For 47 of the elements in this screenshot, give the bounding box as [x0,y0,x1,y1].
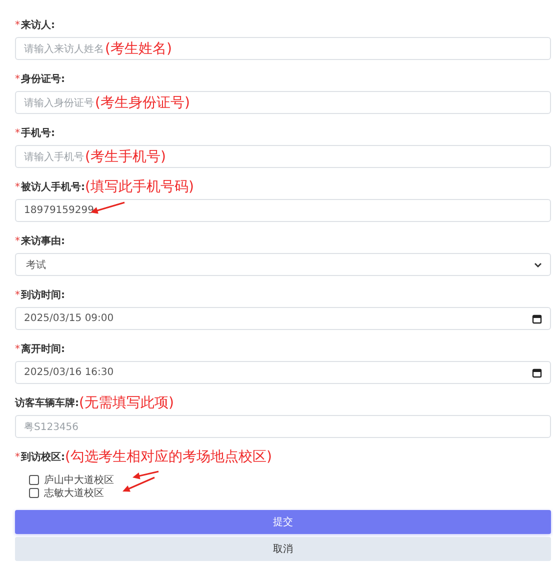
datetime-field[interactable]: 2025/03/15 09:00 [15,307,551,330]
input-field[interactable]: 18979159299 [15,199,551,222]
field-label: 到访校区: [21,450,65,464]
field-label: 被访人手机号: [21,180,85,194]
calendar-icon[interactable] [532,314,542,324]
submit-button[interactable]: 提交 [15,510,551,534]
checkbox[interactable] [29,474,39,484]
chevron-down-icon [534,262,542,268]
placeholder-text: 请输入手机号 [24,150,84,164]
placeholder-text: 请输入来访人姓名 [24,42,104,56]
field-label: 到访时间: [21,288,65,302]
field-value: 考试 [26,258,46,272]
annotation-text: (勾选考生相对应的考场地点校区) [65,449,272,465]
checkbox[interactable] [29,488,39,498]
field-label: 手机号: [21,126,55,140]
required-mark: * [15,452,20,462]
field-label: 访客车辆车牌: [15,396,79,410]
field-value: 2025/03/16 16:30 [24,367,114,378]
checkbox-label[interactable]: 志敏大道校区 [44,486,104,500]
select-field[interactable]: 考试 [15,253,551,276]
placeholder-text: 粤S123456 [24,420,79,434]
required-mark: * [15,128,20,138]
field-label: 身份证号: [21,72,65,86]
cancel-button[interactable]: 取消 [15,537,551,561]
input-field[interactable]: 请输入手机号(考生手机号) [15,145,551,168]
field-value: 18979159299 [24,205,94,216]
annotation-text: (考生姓名) [105,40,172,56]
calendar-icon[interactable] [532,368,542,378]
annotation-text: (考生身份证号) [95,94,190,110]
required-mark: * [15,182,20,192]
input-field[interactable]: 请输入来访人姓名(考生姓名) [15,37,551,60]
input-field[interactable]: 请输入身份证号(考生身份证号) [15,91,551,114]
placeholder-text: 请输入身份证号 [24,96,94,110]
required-mark: * [15,344,20,354]
field-label: 来访事由: [21,234,65,248]
datetime-field[interactable]: 2025/03/16 16:30 [15,361,551,384]
field-label: 来访人: [21,18,55,32]
required-mark: * [15,236,20,246]
annotation-text: (考生手机号) [85,148,166,164]
required-mark: * [15,20,20,30]
required-mark: * [15,74,20,84]
field-value: 2025/03/15 09:00 [24,313,114,324]
field-label: 离开时间: [21,342,65,356]
annotation-text: (无需填写此项) [79,395,174,411]
required-mark: * [15,290,20,300]
annotation-text: (填写此手机号码) [85,179,194,195]
checkbox-label[interactable]: 庐山中大道校区 [44,472,114,486]
